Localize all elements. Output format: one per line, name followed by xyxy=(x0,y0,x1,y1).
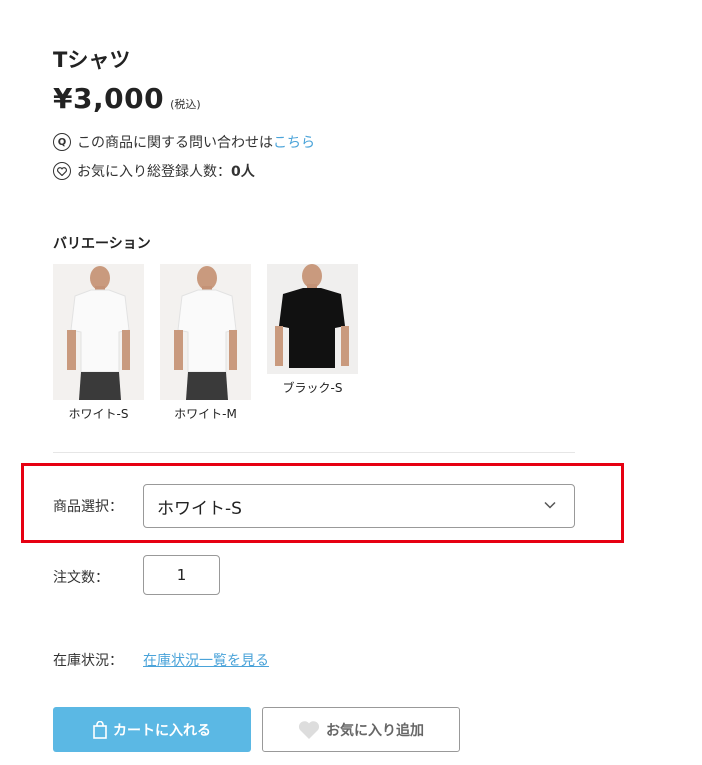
add-favorite-button[interactable]: お気に入り追加 xyxy=(262,707,460,752)
stock-label: 在庫状況： xyxy=(53,653,123,669)
variation-image-black-s xyxy=(267,264,358,374)
variation-title: バリエーション xyxy=(53,236,151,252)
variation-label: ホワイト-S xyxy=(68,407,129,421)
variation-item-black-s[interactable]: ブラック-S xyxy=(267,264,358,422)
inquiry-line: Q この商品に関する問い合わせは こちら xyxy=(53,132,315,152)
tax-note: (税込) xyxy=(170,98,201,111)
price-row: ¥3,000 (税込) xyxy=(53,82,201,115)
product-select-value: ホワイト-S xyxy=(157,498,242,519)
heart-icon xyxy=(53,162,71,180)
add-to-cart-label: カートに入れる xyxy=(113,722,211,739)
question-icon: Q xyxy=(53,133,71,151)
variation-image-white-s xyxy=(53,264,144,400)
variation-item-white-m[interactable]: ホワイト-M xyxy=(160,264,251,422)
divider xyxy=(53,452,575,453)
shopping-bag-icon xyxy=(93,720,107,739)
variation-list: ホワイト-S ホワイト-M ブラック-S xyxy=(53,264,358,422)
product-title: Tシャツ xyxy=(53,48,131,72)
product-price: ¥3,000 xyxy=(53,82,165,115)
quantity-label: 注文数： xyxy=(53,570,109,586)
chevron-down-icon xyxy=(544,498,556,512)
stock-list-link[interactable]: 在庫状況一覧を見る xyxy=(143,650,269,670)
inquiry-link[interactable]: こちら xyxy=(273,132,315,152)
selection-label: 商品選択： xyxy=(53,499,123,515)
add-favorite-label: お気に入り追加 xyxy=(326,722,424,739)
product-select[interactable]: ホワイト-S xyxy=(143,484,575,528)
favorites-label: お気に入り総登録人数： xyxy=(77,164,231,180)
quantity-input[interactable]: 1 xyxy=(143,555,220,595)
inquiry-text: この商品に関する問い合わせは xyxy=(77,135,273,151)
variation-label: ホワイト-M xyxy=(174,407,237,421)
heart-icon xyxy=(298,720,320,740)
variation-image-white-m xyxy=(160,264,251,400)
variation-item-white-s[interactable]: ホワイト-S xyxy=(53,264,144,422)
favorites-line: お気に入り総登録人数： 0人 xyxy=(53,161,255,181)
favorites-count: 0人 xyxy=(231,164,255,180)
add-to-cart-button[interactable]: カートに入れる xyxy=(53,707,251,752)
variation-label: ブラック-S xyxy=(282,381,343,395)
